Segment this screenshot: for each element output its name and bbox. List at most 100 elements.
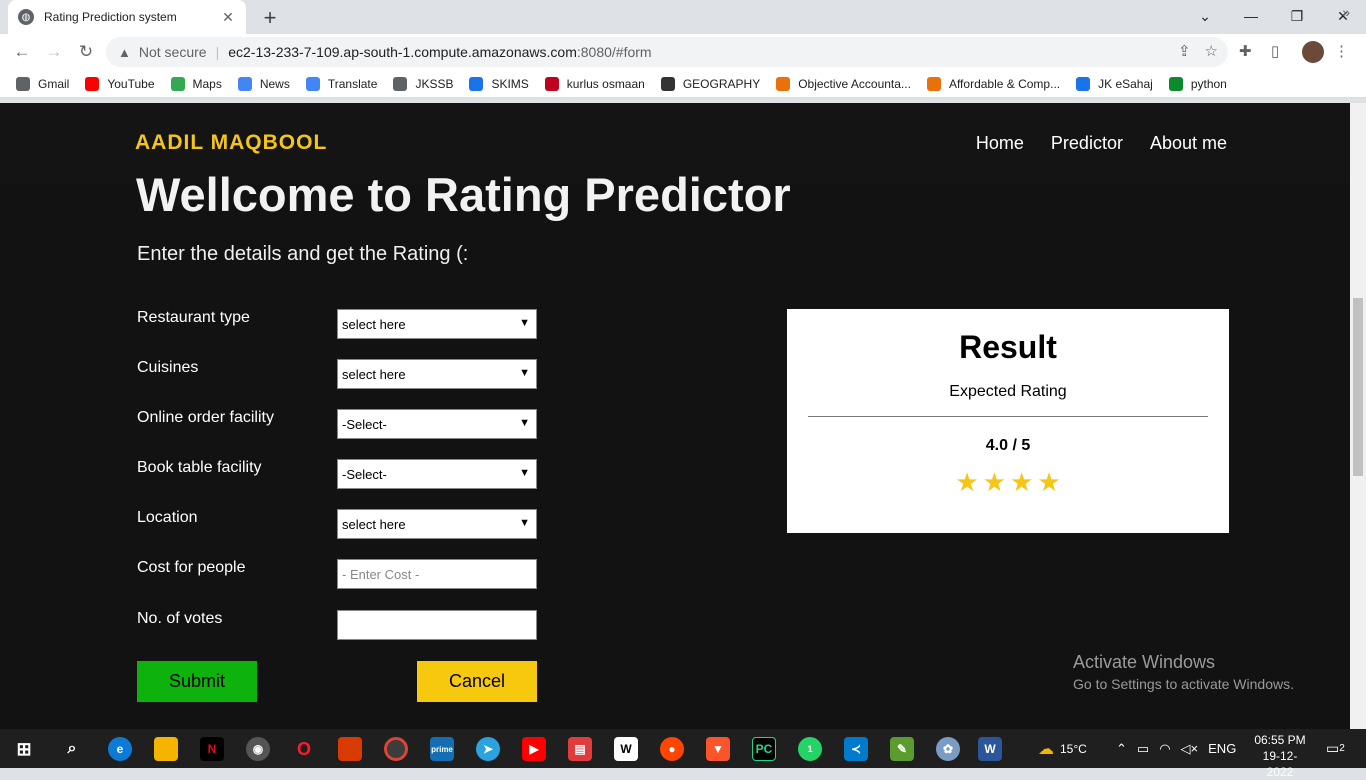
bookmark-item[interactable]: Objective Accounta... xyxy=(776,76,911,91)
bookmark-item[interactable]: Gmail xyxy=(16,76,69,91)
news-app-icon[interactable]: ▤ xyxy=(568,737,592,761)
reload-icon[interactable]: ↻ xyxy=(74,40,98,64)
bookmark-item[interactable]: kurlus osmaan xyxy=(544,76,645,91)
bookmark-label: kurlus osmaan xyxy=(566,76,645,91)
weather-icon: ☁ xyxy=(1038,740,1054,758)
bookmark-label: SKIMS xyxy=(491,76,529,91)
windows-taskbar: ⊞ ⌕ e N ◉ O prime ➤ ▶ ▤ W ● ▼ PC 1 ≺ ✎ ✿… xyxy=(0,729,1366,779)
profile-avatar[interactable] xyxy=(1302,41,1324,63)
nav-predictor[interactable]: Predictor xyxy=(1051,133,1123,154)
share-icon[interactable]: ⇪ xyxy=(1178,42,1191,60)
bookmark-favicon-icon xyxy=(660,76,675,91)
submit-button[interactable]: Submit xyxy=(137,661,257,702)
office-icon[interactable] xyxy=(338,737,362,761)
bookmark-item[interactable]: GEOGRAPHY xyxy=(660,76,760,91)
pycharm-icon[interactable]: PC xyxy=(752,737,776,761)
vscode-icon[interactable]: ≺ xyxy=(844,737,868,761)
bookmark-item[interactable]: News xyxy=(237,76,290,91)
bookmark-favicon-icon xyxy=(544,76,559,91)
clock[interactable]: 06:55 PM 19-12-2022 xyxy=(1250,732,1310,780)
close-tab-icon[interactable]: ✕ xyxy=(220,9,236,26)
bookmark-star-icon[interactable]: ☆ xyxy=(1205,42,1218,60)
result-card: Result Expected Rating 4.0 / 5 ★ ★ ★ ★ xyxy=(787,309,1229,533)
media-player-icon[interactable]: ◉ xyxy=(246,737,270,761)
language-indicator[interactable]: ENG xyxy=(1208,741,1236,756)
paint-icon[interactable]: ✿ xyxy=(936,737,960,761)
bookmark-item[interactable]: Affordable & Comp... xyxy=(926,76,1060,91)
telegram-icon[interactable]: ➤ xyxy=(476,737,500,761)
bookmark-item[interactable]: SKIMS xyxy=(469,76,529,91)
browser-tab[interactable]: ◍ Rating Prediction system ✕ xyxy=(8,0,246,34)
opera-icon[interactable]: O xyxy=(292,737,316,761)
notepad-icon[interactable]: ✎ xyxy=(890,737,914,761)
volume-icon[interactable]: ◁× xyxy=(1181,741,1199,757)
cancel-button[interactable]: Cancel xyxy=(417,661,537,702)
extensions-icon[interactable]: ✚ xyxy=(1239,42,1252,60)
bookmark-label: News xyxy=(259,76,290,91)
restore-button[interactable]: ❐ xyxy=(1274,0,1320,32)
bookmark-item[interactable]: python xyxy=(1168,76,1227,91)
chrome-icon[interactable] xyxy=(384,737,408,761)
side-panel-icon[interactable]: ▯ xyxy=(1271,42,1279,60)
notifications-icon[interactable]: ▭ 2 xyxy=(1326,729,1345,768)
cuisines-select[interactable]: select here ▼ xyxy=(337,359,537,389)
minimize-button[interactable]: — xyxy=(1228,0,1274,32)
back-icon[interactable]: ← xyxy=(10,40,34,64)
battery-icon[interactable]: ▭ xyxy=(1137,741,1149,757)
nav-home[interactable]: Home xyxy=(976,133,1024,154)
book-table-select[interactable]: -Select- ▼ xyxy=(337,459,537,489)
weather-widget[interactable]: ☁ 15°C xyxy=(1038,729,1087,768)
youtube-icon[interactable]: ▶ xyxy=(522,737,546,761)
bookmark-favicon-icon xyxy=(170,76,185,91)
wikipedia-icon[interactable]: W xyxy=(614,737,638,761)
show-hidden-icons-icon[interactable]: ⌃ xyxy=(1116,741,1127,757)
site-brand[interactable]: AADIL MAQBOOL xyxy=(135,131,327,155)
file-explorer-icon[interactable] xyxy=(154,737,178,761)
tab-search-icon[interactable]: ⌄ xyxy=(1182,0,1228,32)
site-nav: Home Predictor About me xyxy=(976,133,1227,154)
search-icon[interactable]: ⌕ xyxy=(60,737,84,761)
online-order-label: Online order facility xyxy=(137,409,274,426)
windows-activation-watermark: Activate Windows Go to Settings to activ… xyxy=(1073,652,1294,692)
page-scrollbar[interactable] xyxy=(1350,103,1366,729)
whatsapp-badge: 1 xyxy=(807,744,813,754)
whatsapp-icon[interactable]: 1 xyxy=(798,737,822,761)
more-bookmarks-icon[interactable]: » xyxy=(1342,4,1350,20)
notification-count: 2 xyxy=(1339,743,1345,754)
url-path: :8080/#form xyxy=(576,44,652,60)
menu-icon[interactable]: ⋮ xyxy=(1334,42,1349,60)
bookmark-item[interactable]: Maps xyxy=(170,76,222,91)
online-order-value: -Select- xyxy=(342,416,387,432)
result-score: 4.0 / 5 xyxy=(985,437,1031,454)
word-icon[interactable]: W xyxy=(978,737,1002,761)
online-order-select[interactable]: -Select- ▼ xyxy=(337,409,537,439)
bookmark-item[interactable]: YouTube xyxy=(85,76,155,91)
bookmark-item[interactable]: Translate xyxy=(305,76,377,91)
bookmark-favicon-icon xyxy=(305,76,320,91)
location-label: Location xyxy=(137,509,198,526)
new-tab-button[interactable]: + xyxy=(258,5,282,31)
votes-input[interactable] xyxy=(337,610,537,640)
reddit-icon[interactable]: ● xyxy=(660,737,684,761)
prime-video-icon[interactable]: prime xyxy=(430,737,454,761)
warning-icon: ▲ xyxy=(118,44,131,60)
address-bar[interactable]: ▲ Not secure | ec2-13-233-7-109.ap-south… xyxy=(106,37,1228,67)
edge-icon[interactable]: e xyxy=(108,737,132,761)
netflix-icon[interactable]: N xyxy=(200,737,224,761)
brave-icon[interactable]: ▼ xyxy=(706,737,730,761)
cost-input[interactable]: - Enter Cost - xyxy=(337,559,537,589)
nav-about[interactable]: About me xyxy=(1150,133,1227,154)
restaurant-type-select[interactable]: select here ▼ xyxy=(337,309,537,339)
scrollbar-thumb[interactable] xyxy=(1353,298,1363,476)
location-select[interactable]: select here ▼ xyxy=(337,509,537,539)
wifi-icon[interactable]: ◠ xyxy=(1159,741,1170,757)
bookmark-item[interactable]: JK eSahaj xyxy=(1076,76,1153,91)
location-value: select here xyxy=(342,516,406,532)
windows-start-icon[interactable]: ⊞ xyxy=(12,737,36,761)
bookmark-favicon-icon xyxy=(85,76,100,91)
page-subtitle: Enter the details and get the Rating (: xyxy=(137,243,469,265)
votes-label: No. of votes xyxy=(137,610,223,627)
chevron-down-icon: ▼ xyxy=(519,517,530,529)
forward-icon[interactable]: → xyxy=(42,40,66,64)
bookmark-item[interactable]: JKSSB xyxy=(393,76,453,91)
